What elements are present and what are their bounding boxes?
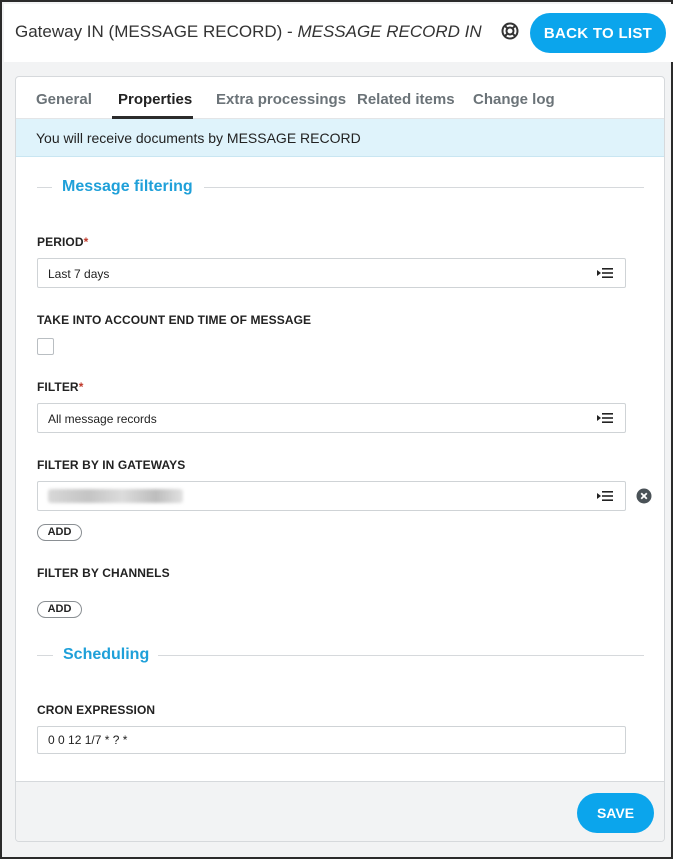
filter-value: All message records	[48, 412, 157, 426]
tab-extra-processings[interactable]: Extra processings	[216, 91, 346, 108]
end-time-checkbox[interactable]	[37, 338, 54, 355]
section-divider	[37, 187, 52, 188]
remove-circle-icon[interactable]	[636, 488, 652, 504]
page-title: Gateway IN (MESSAGE RECORD) - MESSAGE RE…	[15, 22, 482, 42]
page-header: Gateway IN (MESSAGE RECORD) - MESSAGE RE…	[4, 4, 673, 62]
section-divider	[158, 655, 644, 656]
app-window: Gateway IN (MESSAGE RECORD) - MESSAGE RE…	[0, 0, 673, 859]
title-text: Gateway IN (MESSAGE RECORD) -	[15, 22, 298, 41]
filter-select[interactable]: All message records	[37, 403, 626, 433]
period-value: Last 7 days	[48, 267, 110, 281]
info-notice: You will receive documents by MESSAGE RE…	[16, 119, 664, 157]
tab-bar: General Properties Extra processings Rel…	[16, 77, 664, 119]
cron-expression-input[interactable]	[37, 726, 626, 754]
section-title-message-filtering: Message filtering	[62, 178, 193, 195]
list-select-icon	[597, 268, 613, 278]
properties-card: General Properties Extra processings Rel…	[15, 76, 665, 842]
filter-label: FILTER*	[37, 380, 84, 394]
lifebuoy-icon[interactable]	[500, 21, 520, 41]
section-title-scheduling: Scheduling	[63, 646, 150, 663]
period-label: PERIOD*	[37, 235, 89, 249]
section-divider	[37, 655, 53, 656]
in-gateway-select[interactable]	[37, 481, 626, 511]
channels-label: FILTER BY CHANNELS	[37, 566, 170, 580]
list-select-icon	[597, 491, 613, 501]
redacted-value	[48, 489, 183, 503]
list-select-icon	[597, 413, 613, 423]
cron-label: CRON EXPRESSION	[37, 703, 156, 717]
save-button[interactable]: SAVE	[577, 793, 654, 833]
notice-text: You will receive documents by MESSAGE RE…	[36, 130, 361, 146]
tab-properties[interactable]: Properties	[118, 91, 192, 108]
add-in-gateway-button[interactable]: ADD	[37, 524, 82, 541]
section-divider	[204, 187, 644, 188]
title-gateway-name: MESSAGE RECORD IN	[297, 22, 482, 41]
in-gateways-label: FILTER BY IN GATEWAYS	[37, 458, 186, 472]
card-footer: SAVE	[16, 781, 664, 841]
back-to-list-button[interactable]: BACK TO LIST	[530, 13, 666, 53]
end-time-label: TAKE INTO ACCOUNT END TIME OF MESSAGE	[37, 313, 312, 327]
period-select[interactable]: Last 7 days	[37, 258, 626, 288]
tab-related-items[interactable]: Related items	[357, 91, 455, 108]
add-channel-button[interactable]: ADD	[37, 601, 82, 618]
tab-general[interactable]: General	[36, 91, 92, 108]
tab-change-log[interactable]: Change log	[473, 91, 555, 108]
